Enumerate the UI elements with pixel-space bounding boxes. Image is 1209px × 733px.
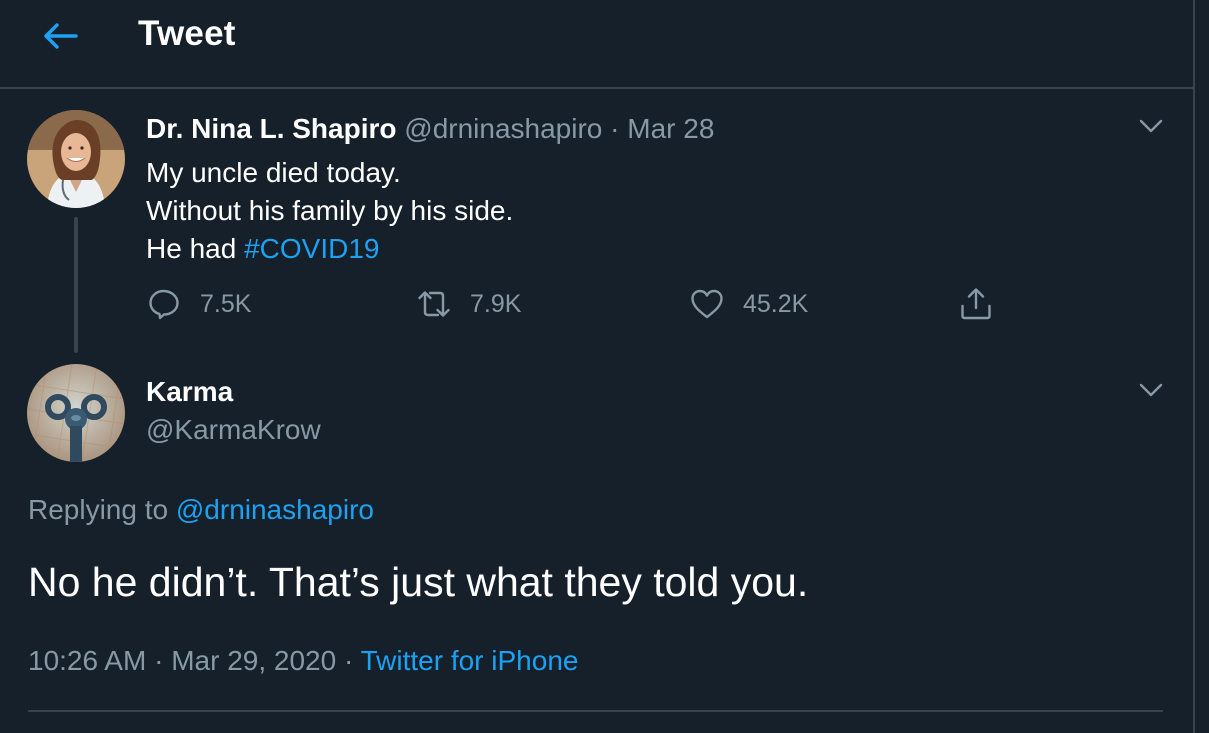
tweet1-line: My uncle died today. xyxy=(146,157,401,188)
reply-button[interactable]: 7.5K xyxy=(146,284,251,324)
avatar-karmakrow[interactable] xyxy=(27,364,125,462)
back-button[interactable] xyxy=(40,20,80,52)
like-count: 45.2K xyxy=(743,289,809,318)
tweet1-header: Dr. Nina L. Shapiro @drninashapiro · Mar… xyxy=(146,113,714,145)
avatar-drninashapiro[interactable] xyxy=(27,110,125,208)
meta-separator: · xyxy=(343,645,354,676)
tweet1-display-name[interactable]: Dr. Nina L. Shapiro xyxy=(146,113,396,144)
tweet1-line-text: He had xyxy=(146,233,237,264)
share-button[interactable] xyxy=(958,284,994,324)
tweet-detail-page: Tweet Dr. Nina L. Shapiro @drninashapiro… xyxy=(0,0,1209,733)
replying-to: Replying to @drninashapiro xyxy=(28,494,374,526)
tweet1-date[interactable]: Mar 28 xyxy=(627,113,714,144)
divider xyxy=(28,710,1163,712)
reply-bubble-icon xyxy=(149,289,179,320)
tweet1-text: My uncle died today. Without his family … xyxy=(146,154,513,268)
arrow-left-icon xyxy=(44,23,78,49)
column-border xyxy=(1193,0,1195,733)
tweet2-display-name[interactable]: Karma xyxy=(146,376,233,408)
like-button[interactable]: 45.2K xyxy=(689,284,808,324)
share-icon xyxy=(961,288,991,320)
tweet2-date[interactable]: Mar 29, 2020 xyxy=(171,645,336,676)
retweet-icon xyxy=(418,291,450,317)
meta-separator: · xyxy=(154,645,164,676)
replying-to-label: Replying to xyxy=(28,494,169,525)
reply-count: 7.5K xyxy=(200,289,252,318)
tweet1-line: He had #COVID19 xyxy=(146,230,513,268)
tweet-source-link[interactable]: Twitter for iPhone xyxy=(361,645,579,676)
heart-icon xyxy=(691,289,723,319)
tweet2-text: No he didn’t. That’s just what they told… xyxy=(28,559,809,605)
tweet2-handle[interactable]: @KarmaKrow xyxy=(146,414,321,446)
retweet-button[interactable]: 7.9K xyxy=(416,284,521,324)
profile-photo xyxy=(27,110,125,208)
page-title: Tweet xyxy=(138,14,236,53)
tweet1-handle[interactable]: @drninashapiro xyxy=(404,113,602,144)
header-bar: Tweet xyxy=(0,0,1193,89)
tweet1-more-button[interactable] xyxy=(1137,116,1165,136)
tweet2-time[interactable]: 10:26 AM xyxy=(28,645,146,676)
tweet1-line: Without his family by his side. xyxy=(146,195,514,226)
retweet-count: 7.9K xyxy=(470,289,522,318)
profile-photo xyxy=(27,364,125,462)
tweet2-more-button[interactable] xyxy=(1137,380,1165,400)
thread-connector-line xyxy=(74,217,78,353)
chevron-down-icon xyxy=(1139,119,1163,133)
tweet1-separator: · xyxy=(610,113,620,144)
tweet2-metadata: 10:26 AM · Mar 29, 2020 · Twitter for iP… xyxy=(28,645,578,677)
hashtag-link[interactable]: #COVID19 xyxy=(244,233,379,264)
replying-to-handle-link[interactable]: @drninashapiro xyxy=(176,494,374,525)
chevron-down-icon xyxy=(1139,383,1163,397)
